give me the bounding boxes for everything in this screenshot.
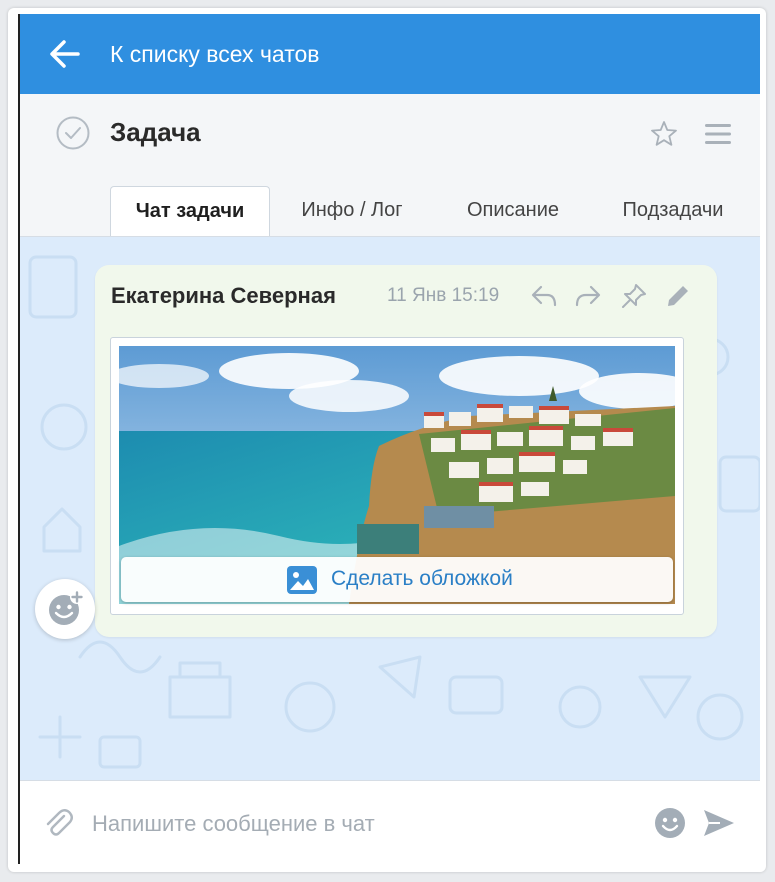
image-attachment: Сделать обложкой [110, 337, 684, 615]
message-time: 11 Янв 15:19 [387, 285, 500, 306]
task-title: Задача [110, 117, 201, 147]
check-circle-icon[interactable] [56, 116, 90, 150]
tab-subtasks[interactable]: Подзадачи [606, 186, 740, 234]
arrow-left-icon[interactable] [48, 37, 82, 71]
paperclip-icon[interactable] [42, 807, 74, 839]
chat-panel: К списку всех чатов Задача Чат задачи Ин… [18, 14, 760, 864]
star-icon[interactable] [650, 120, 678, 148]
send-icon[interactable] [702, 807, 736, 839]
make-cover-button[interactable]: Сделать обложкой [121, 557, 673, 602]
chat-window: К списку всех чатов Задача Чат задачи Ин… [8, 8, 766, 872]
message-composer [20, 780, 760, 864]
image-icon [287, 566, 317, 594]
message-author[interactable]: Екатерина Северная [111, 283, 336, 309]
add-reaction-button[interactable] [35, 579, 95, 639]
tab-info-log[interactable]: Инфо / Лог [280, 186, 424, 234]
tab-description[interactable]: Описание [448, 186, 578, 234]
edit-icon[interactable] [663, 281, 693, 311]
task-tabs: Чат задачи Инфо / Лог Описание Подзадачи [110, 186, 760, 236]
pin-icon[interactable] [619, 281, 649, 311]
top-bar: К списку всех чатов [20, 14, 760, 94]
forward-icon[interactable] [573, 281, 603, 311]
reply-icon[interactable] [529, 281, 559, 311]
message-input[interactable] [90, 801, 634, 847]
tab-chat[interactable]: Чат задачи [110, 186, 270, 236]
emoji-icon[interactable] [654, 807, 686, 839]
smile-plus-icon [49, 590, 84, 625]
chat-messages-area[interactable]: Екатерина Северная 11 Янв 15:19 Сделать … [20, 237, 760, 780]
task-header: Задача Чат задачи Инфо / Лог Описание По… [20, 94, 760, 237]
back-to-chats-link[interactable]: К списку всех чатов [110, 40, 320, 68]
make-cover-label: Сделать обложкой [331, 567, 513, 590]
message-bubble: Екатерина Северная 11 Янв 15:19 Сделать … [95, 265, 717, 637]
hamburger-menu-icon[interactable] [704, 122, 732, 146]
